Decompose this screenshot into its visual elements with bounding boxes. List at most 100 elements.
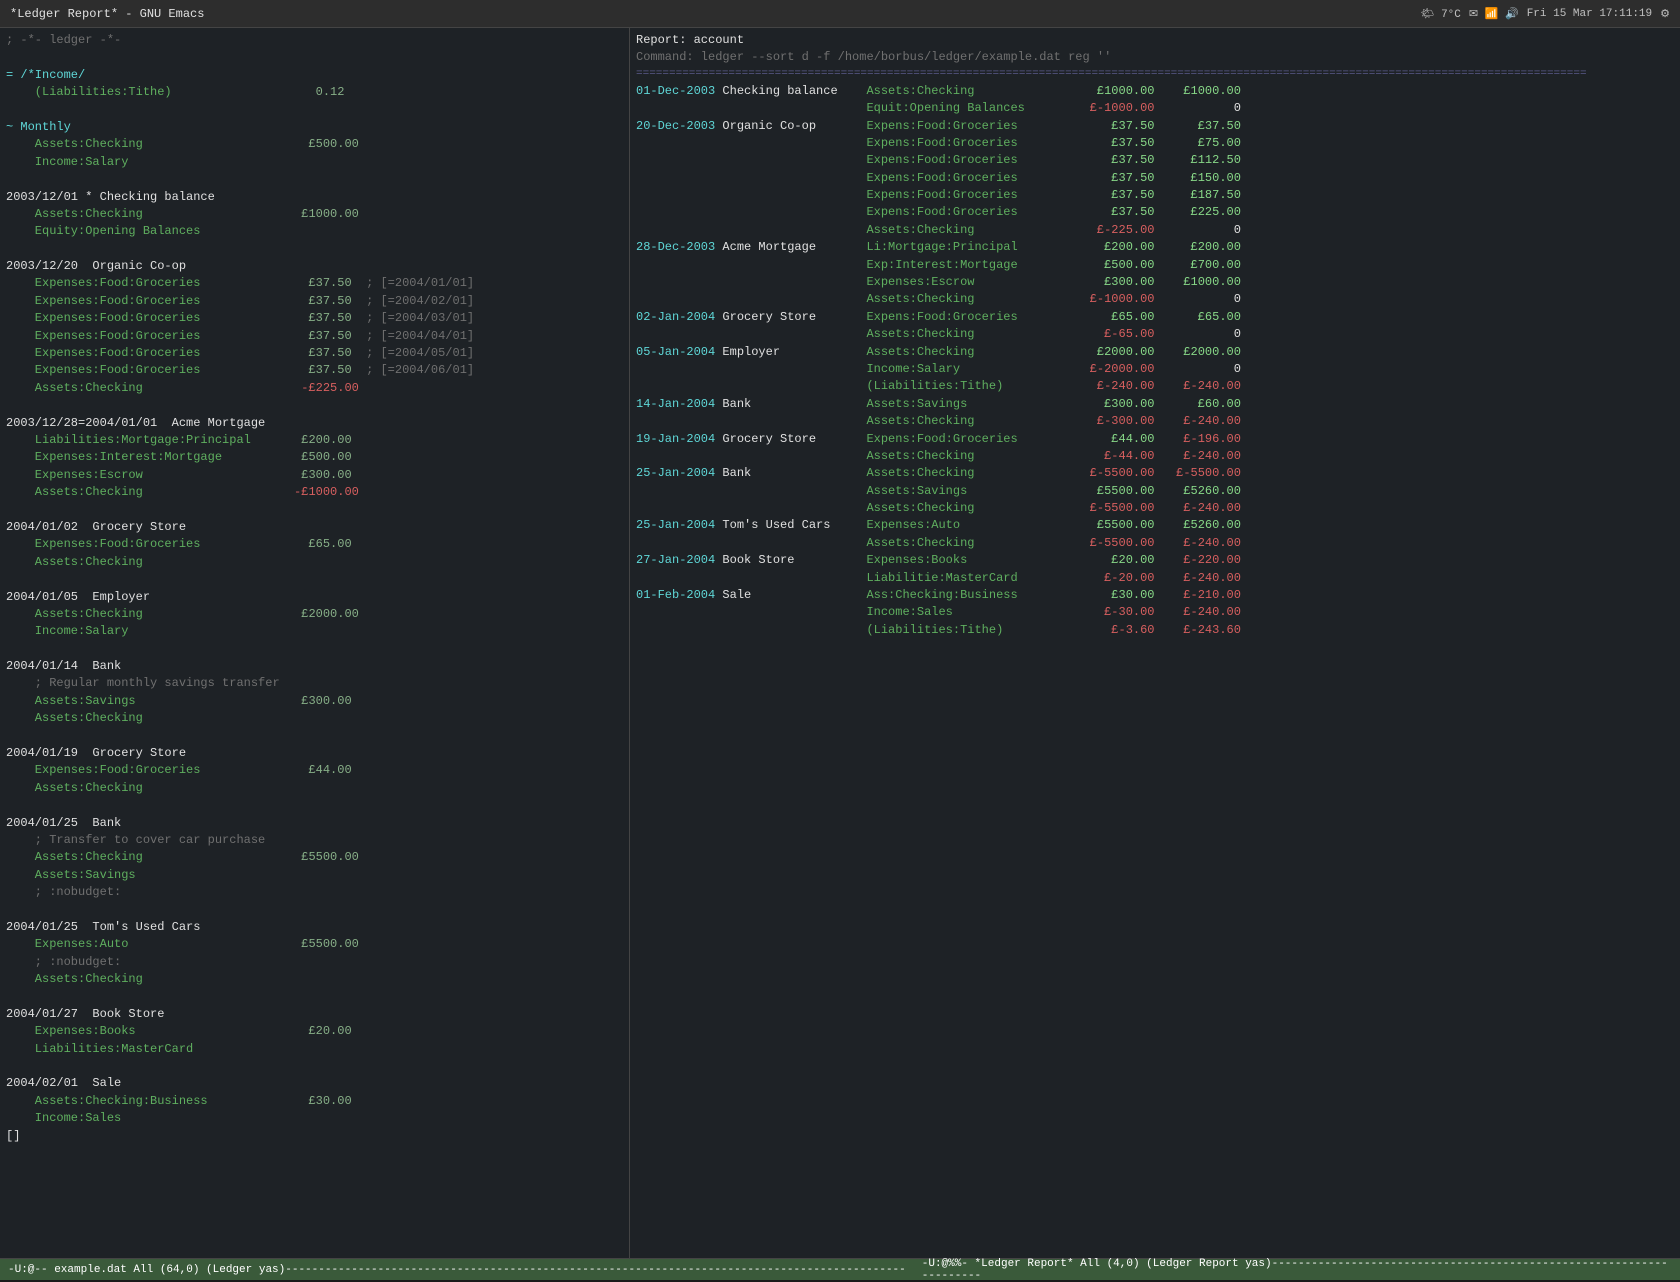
tx-20040125-bank-savings: Assets:Savings: [6, 867, 623, 884]
datetime: Fri 15 Mar 17:11:19: [1527, 8, 1652, 20]
tx-20040127-books: Expenses:Books £20.00: [6, 1023, 623, 1040]
report-row: Income:Salary £-2000.00 0: [636, 361, 1674, 378]
blank2: [6, 102, 623, 119]
tx-20040114-checking: Assets:Checking: [6, 710, 623, 727]
weather-info: 🌤 7°C: [1421, 7, 1461, 21]
statusbar-right: -U:@%%- *Ledger Report* All (4,0) (Ledge…: [914, 1259, 1680, 1280]
tithe-account: (Liabilities:Tithe) 0.12: [6, 84, 623, 101]
tx-20031228-escrow: Expenses:Escrow £300.00: [6, 467, 623, 484]
tx-20040125-bank-checking: Assets:Checking £5500.00: [6, 849, 623, 866]
report-row: (Liabilities:Tithe) £-3.60 £-243.60: [636, 622, 1674, 639]
settings-icon[interactable]: ⚙: [1660, 7, 1670, 21]
report-row: Expens:Food:Groceries £37.50 £187.50: [636, 187, 1674, 204]
report-header-label: Report: account: [636, 32, 1674, 49]
report-row: Liabilitie:MasterCard £-20.00 £-240.00: [636, 570, 1674, 587]
tx-20040114: 2004/01/14 Bank: [6, 658, 623, 675]
statusbar-right-text: -U:@%%- *Ledger Report* All (4,0) (Ledge…: [922, 1258, 1672, 1282]
blank3: [6, 171, 623, 188]
report-row: Expens:Food:Groceries £37.50 £225.00: [636, 204, 1674, 221]
tx-20031228-mortgage: Liabilities:Mortgage:Principal £200.00: [6, 432, 623, 449]
tx-20040125-auto: Expenses:Auto £5500.00: [6, 936, 623, 953]
report-row: Assets:Checking £-44.00 £-240.00: [636, 448, 1674, 465]
tx-20040105-checking: Assets:Checking £2000.00: [6, 606, 623, 623]
left-pane[interactable]: ; -*- ledger -*- = /*Income/ (Liabilitie…: [0, 28, 630, 1258]
blank13: [6, 1058, 623, 1075]
tx-20040125-cars-nobudget: ; :nobudget:: [6, 954, 623, 971]
tx-20040127: 2004/01/27 Book Store: [6, 1006, 623, 1023]
tx-20031220-g4: Expenses:Food:Groceries £37.50 ; [=2004/…: [6, 328, 623, 345]
monthly-salary: Income:Salary: [6, 154, 623, 171]
report-row: Expens:Food:Groceries £37.50 £150.00: [636, 170, 1674, 187]
tx-20031220-g1: Expenses:Food:Groceries £37.50 ; [=2004/…: [6, 275, 623, 292]
tx-20040125-bank: 2004/01/25 Bank: [6, 815, 623, 832]
report-row: Assets:Checking £-65.00 0: [636, 326, 1674, 343]
report-row: 01-Feb-2004 Sale Ass:Checking:Business £…: [636, 587, 1674, 604]
tx-20031220: 2003/12/20 Organic Co-op: [6, 258, 623, 275]
tx-20031228-checking: Assets:Checking -£1000.00: [6, 484, 623, 501]
report-row: Equit:Opening Balances £-1000.00 0: [636, 100, 1674, 117]
tx-20040114-comment: ; Regular monthly savings transfer: [6, 675, 623, 692]
report-row: Assets:Savings £5500.00 £5260.00: [636, 483, 1674, 500]
report-row: 25-Jan-2004 Tom's Used Cars Expenses:Aut…: [636, 517, 1674, 534]
tx-20040102: 2004/01/02 Grocery Store: [6, 519, 623, 536]
tx-20040127-mastercard: Liabilities:MasterCard: [6, 1041, 623, 1058]
report-row: Assets:Checking £-1000.00 0: [636, 291, 1674, 308]
report-row: 28-Dec-2003 Acme Mortgage Li:Mortgage:Pr…: [636, 239, 1674, 256]
blank9: [6, 728, 623, 745]
tx-20040105: 2004/01/05 Employer: [6, 589, 623, 606]
tx-20031220-g2: Expenses:Food:Groceries £37.50 ; [=2004/…: [6, 293, 623, 310]
tx-20040102-groceries: Expenses:Food:Groceries £65.00: [6, 536, 623, 553]
statusbar-left-text: -U:@-- example.dat All (64,0) (Ledger ya…: [8, 1264, 906, 1276]
income-rule: = /*Income/: [6, 67, 623, 84]
tx-20031201: 2003/12/01 * Checking balance: [6, 189, 623, 206]
tx-20040125-cars-checking: Assets:Checking: [6, 971, 623, 988]
blank5: [6, 397, 623, 414]
tx-20040119-checking: Assets:Checking: [6, 780, 623, 797]
tx-20031220-g3: Expenses:Food:Groceries £37.50 ; [=2004/…: [6, 310, 623, 327]
report-row: Income:Sales £-30.00 £-240.00: [636, 604, 1674, 621]
window-title: *Ledger Report* - GNU Emacs: [10, 7, 204, 21]
report-command: Command: ledger --sort d -f /home/borbus…: [636, 49, 1674, 66]
right-pane: Report: account Command: ledger --sort d…: [630, 28, 1680, 1258]
tx-20040102-checking: Assets:Checking: [6, 554, 623, 571]
report-row: 01-Dec-2003 Checking balance Assets:Chec…: [636, 83, 1674, 100]
monthly-rule: ~ Monthly: [6, 119, 623, 136]
tx-20031220-checking: Assets:Checking -£225.00: [6, 380, 623, 397]
report-row: 05-Jan-2004 Employer Assets:Checking £20…: [636, 344, 1674, 361]
tx-20040201: 2004/02/01 Sale: [6, 1075, 623, 1092]
blank8: [6, 641, 623, 658]
report-row: Expens:Food:Groceries £37.50 £75.00: [636, 135, 1674, 152]
tx-20031228: 2003/12/28=2004/01/01 Acme Mortgage: [6, 415, 623, 432]
titlebar: *Ledger Report* - GNU Emacs 🌤 7°C ✉ 📶 🔊 …: [0, 0, 1680, 28]
report-row: 25-Jan-2004 Bank Assets:Checking £-5500.…: [636, 465, 1674, 482]
tx-20040114-savings: Assets:Savings £300.00: [6, 693, 623, 710]
tx-20031201-equity: Equity:Opening Balances: [6, 223, 623, 240]
main-container: ; -*- ledger -*- = /*Income/ (Liabilitie…: [0, 28, 1680, 1258]
statusbar-left: -U:@-- example.dat All (64,0) (Ledger ya…: [0, 1259, 914, 1280]
tx-20031201-checking: Assets:Checking £1000.00: [6, 206, 623, 223]
tx-20031220-g6: Expenses:Food:Groceries £37.50 ; [=2004/…: [6, 362, 623, 379]
tx-20040125-bank-comment: ; Transfer to cover car purchase: [6, 832, 623, 849]
tx-20040201-business: Assets:Checking:Business £30.00: [6, 1093, 623, 1110]
report-row: 14-Jan-2004 Bank Assets:Savings £300.00 …: [636, 396, 1674, 413]
report-row: 20-Dec-2003 Organic Co-op Expens:Food:Gr…: [636, 118, 1674, 135]
report-row: Expens:Food:Groceries £37.50 £112.50: [636, 152, 1674, 169]
blank4: [6, 241, 623, 258]
blank6: [6, 502, 623, 519]
blank1: [6, 49, 623, 66]
blank7: [6, 571, 623, 588]
report-row: Assets:Checking £-300.00 £-240.00: [636, 413, 1674, 430]
report-row: (Liabilities:Tithe) £-240.00 £-240.00: [636, 378, 1674, 395]
tx-20031228-interest: Expenses:Interest:Mortgage £500.00: [6, 449, 623, 466]
cursor-line: []: [6, 1128, 623, 1145]
report-row: Assets:Checking £-5500.00 £-240.00: [636, 535, 1674, 552]
report-row: Assets:Checking £-5500.00 £-240.00: [636, 500, 1674, 517]
statusbar: -U:@-- example.dat All (64,0) (Ledger ya…: [0, 1258, 1680, 1280]
tx-20040119-groceries: Expenses:Food:Groceries £44.00: [6, 762, 623, 779]
report-row: Assets:Checking £-225.00 0: [636, 222, 1674, 239]
report-separator: ========================================…: [636, 67, 1674, 83]
tx-20040125-bank-nobudget: ; :nobudget:: [6, 884, 623, 901]
tx-20031220-g5: Expenses:Food:Groceries £37.50 ; [=2004/…: [6, 345, 623, 362]
report-row: 27-Jan-2004 Book Store Expenses:Books £2…: [636, 552, 1674, 569]
header-comment: ; -*- ledger -*-: [6, 32, 623, 49]
